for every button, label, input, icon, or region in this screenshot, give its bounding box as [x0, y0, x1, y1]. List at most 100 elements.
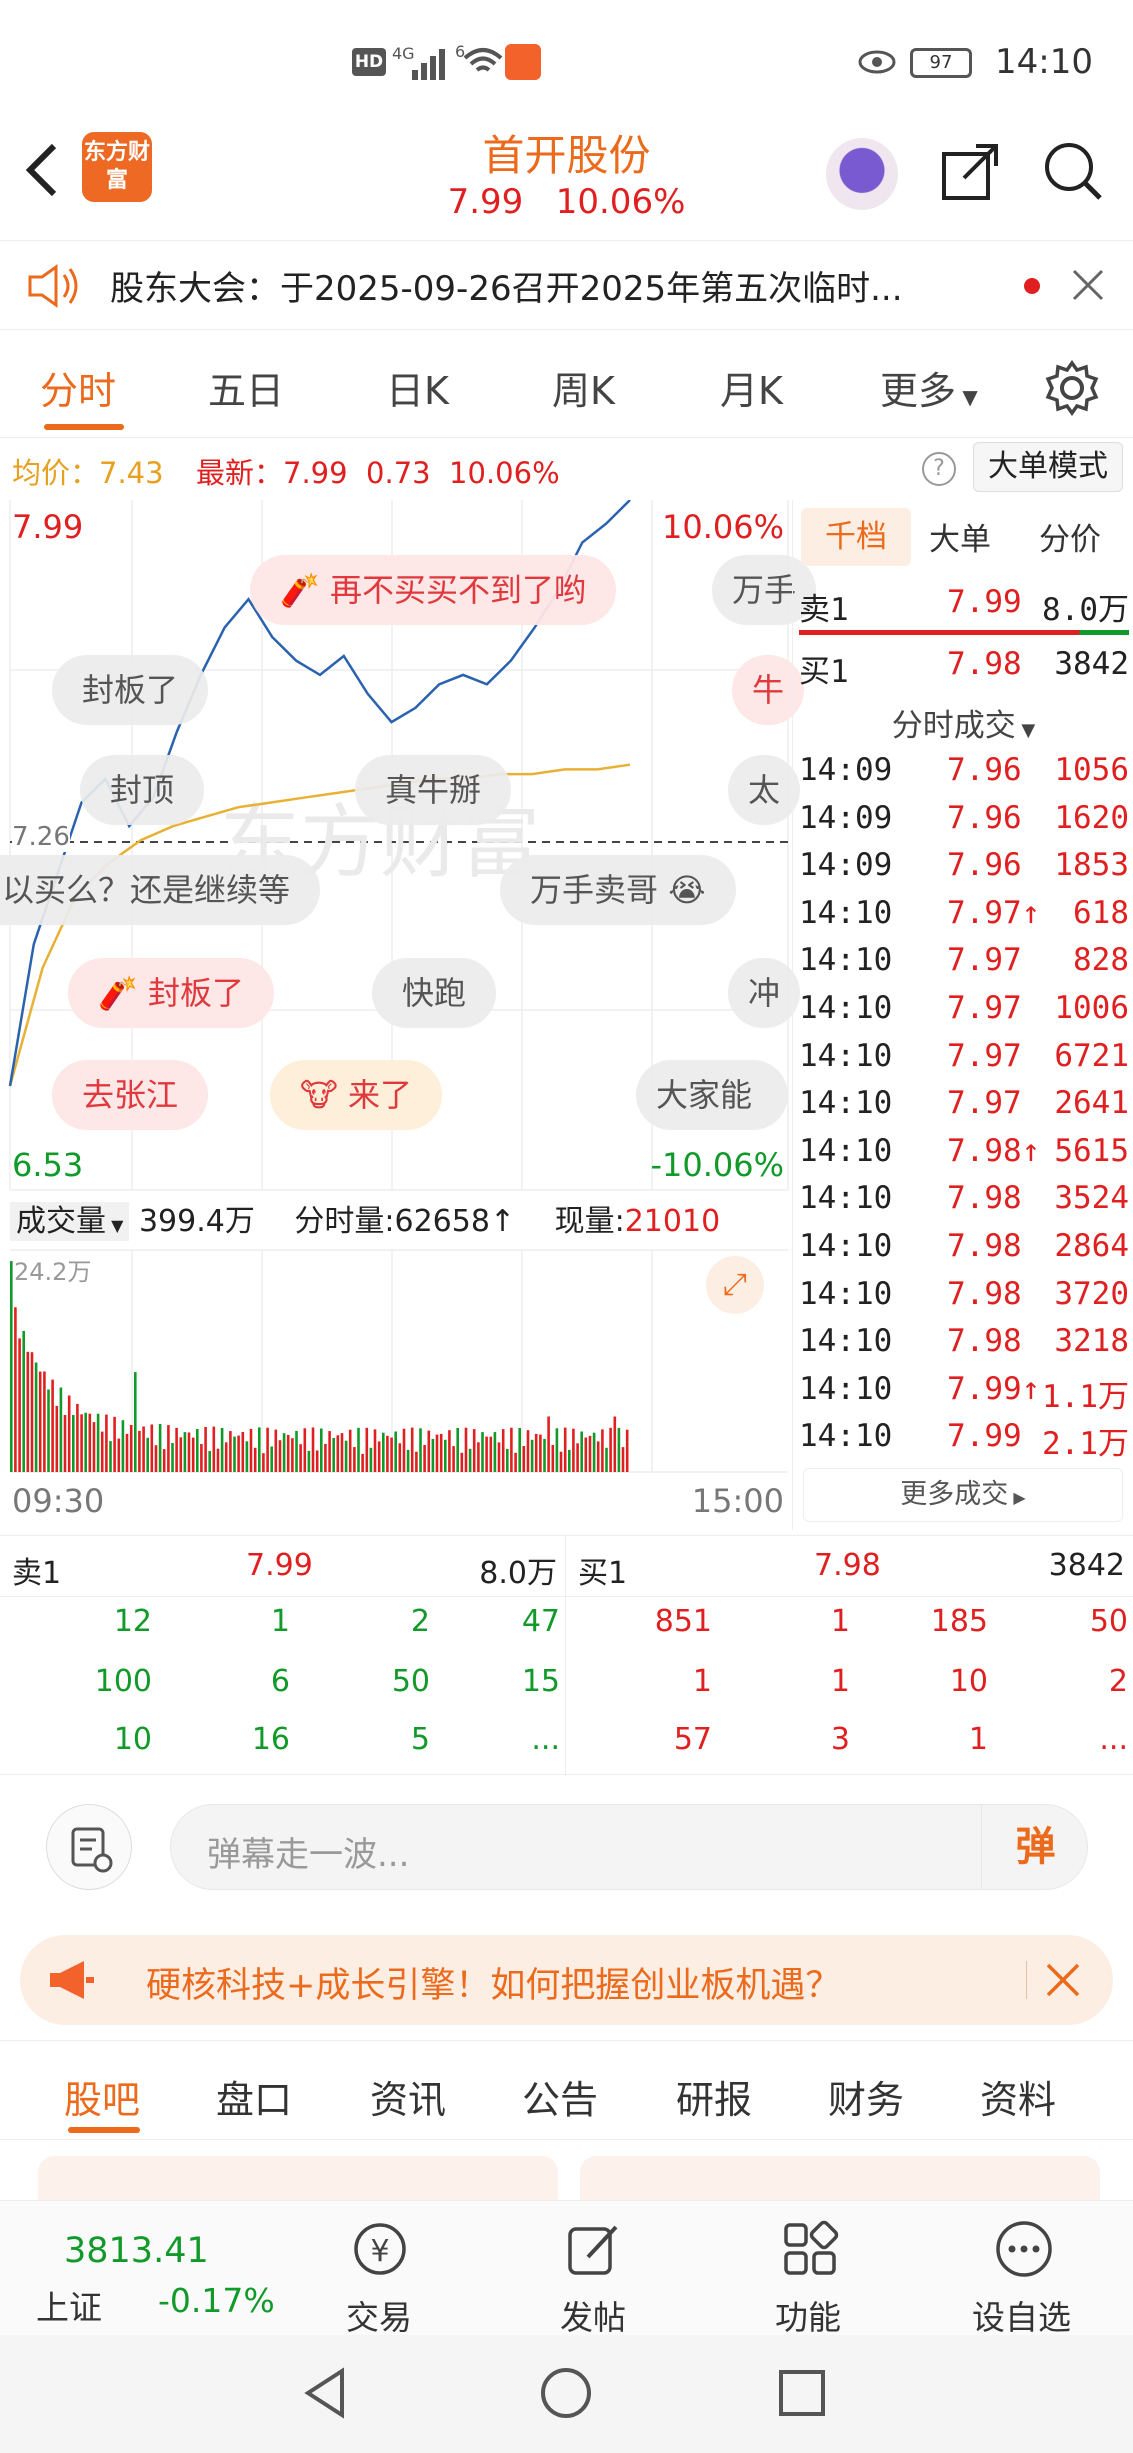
- danmu-bubble[interactable]: 大家能: [636, 1060, 788, 1130]
- trade-volume: 1006: [1054, 990, 1129, 1026]
- expand-icon[interactable]: ⤢: [706, 1256, 764, 1314]
- danmu-bubble[interactable]: 万手卖哥 😭: [500, 855, 736, 925]
- volume-bar: [369, 1447, 373, 1472]
- hot-card[interactable]: [580, 2156, 1100, 2200]
- tab-five-day[interactable]: 五日: [208, 360, 284, 415]
- danmu-bubble[interactable]: 真牛掰: [355, 755, 512, 825]
- tab-qiandang[interactable]: 千档: [801, 508, 911, 566]
- signal-icon: [412, 49, 445, 80]
- close-promo-icon[interactable]: [1044, 1961, 1082, 1999]
- promo-banner[interactable]: 硬核科技+成长引擎！如何把握创业板机遇？: [20, 1935, 1113, 2025]
- buy-queue-price: 7.98: [814, 1548, 881, 1583]
- tab-announcement[interactable]: 公告: [522, 2069, 598, 2124]
- avg-value: 7.43: [99, 456, 164, 490]
- buy1-label: 买1: [799, 654, 849, 690]
- trade-price: 7.99: [947, 1418, 1022, 1455]
- tab-news[interactable]: 资讯: [370, 2069, 446, 2124]
- trade-row: 14:10 7.98 3218: [799, 1323, 1129, 1371]
- danmu-bubble[interactable]: 快跑: [372, 958, 497, 1028]
- function-grid-icon[interactable]: [778, 2217, 842, 2281]
- danmu-settings-icon[interactable]: [46, 1804, 132, 1890]
- tab-minute[interactable]: 分时: [40, 360, 116, 415]
- tab-pankou[interactable]: 盘口: [216, 2069, 292, 2124]
- volume-bar: [167, 1425, 170, 1472]
- tab-more[interactable]: 更多 ▼: [880, 360, 978, 415]
- back-triangle-icon[interactable]: [300, 2365, 350, 2421]
- large-order-mode-button[interactable]: 大单模式: [973, 442, 1123, 492]
- assistant-avatar-icon[interactable]: [826, 138, 898, 210]
- close-notice-icon[interactable]: [1070, 267, 1106, 303]
- more-dots-icon[interactable]: [992, 2217, 1056, 2281]
- volume-bar: [493, 1432, 497, 1472]
- danmu-bubble[interactable]: 🐮 来了: [270, 1060, 443, 1130]
- volume-bar: [390, 1437, 393, 1472]
- volume-bar: [468, 1448, 472, 1472]
- home-circle-icon[interactable]: [538, 2365, 594, 2421]
- tab-weekly-k[interactable]: 周K: [552, 360, 615, 415]
- tab-guba[interactable]: 股吧: [64, 2069, 140, 2124]
- volume-bar: [510, 1427, 513, 1472]
- post-edit-icon[interactable]: [562, 2217, 626, 2281]
- tab-large-order[interactable]: 大单: [929, 514, 991, 559]
- nav-add-watchlist[interactable]: 设自选: [972, 2291, 1071, 2339]
- hot-card[interactable]: [38, 2156, 558, 2200]
- volume-bar: [303, 1428, 307, 1472]
- volume-bar: [601, 1429, 604, 1472]
- tab-research[interactable]: 研报: [676, 2069, 752, 2124]
- tab-monthly-k[interactable]: 月K: [720, 360, 783, 415]
- volume-bar: [406, 1449, 410, 1472]
- recent-apps-icon[interactable]: [776, 2367, 828, 2419]
- tab-daily-k[interactable]: 日K: [386, 360, 449, 415]
- trade-time: 14:09: [799, 847, 893, 884]
- intraday-chart[interactable]: 东方财富 7.99 10.06% 7.26 6.53 -10.06% 🧨 再不买…: [0, 500, 817, 1530]
- volume-selector[interactable]: 成交量 ▼: [10, 1202, 130, 1241]
- more-trades-button[interactable]: 更多成交 ▶: [803, 1468, 1123, 1522]
- order-book-panel: 千档 大单 分价 卖1 7.99 8.0万 买1 7.98 3842 分时成交 ▼ 14…: [792, 500, 1133, 1530]
- volume-bar: [568, 1449, 571, 1472]
- trade-volume: 1853: [1054, 847, 1129, 884]
- app-notification-icon: [505, 44, 541, 80]
- danmu-bubble[interactable]: 冲: [728, 958, 801, 1028]
- trade-time: 14:10: [799, 894, 893, 931]
- volume-bar: [489, 1436, 493, 1472]
- send-danmu-button[interactable]: 弹: [981, 1805, 1089, 1889]
- minute-volume-value: 62658: [394, 1204, 490, 1239]
- tab-profile[interactable]: 资料: [980, 2069, 1056, 2124]
- nav-post[interactable]: 发帖: [560, 2291, 626, 2339]
- nav-function[interactable]: 功能: [775, 2291, 841, 2339]
- share-icon[interactable]: [940, 140, 1002, 202]
- trade-row: 14:10 7.98↑ 5615: [799, 1133, 1129, 1181]
- danmu-bubble[interactable]: 去张江: [52, 1060, 209, 1130]
- index-widget[interactable]: 3813.41 上证 -0.17%: [30, 2221, 290, 2331]
- tab-finance[interactable]: 财务: [828, 2069, 904, 2124]
- sell-queue-label: 卖1: [12, 1556, 62, 1591]
- help-icon[interactable]: ?: [922, 452, 956, 486]
- danmu-bubble[interactable]: 🧨 再不买买不到了哟: [250, 555, 617, 625]
- volume-bar: [146, 1437, 149, 1472]
- trade-price: 7.98: [947, 1323, 1022, 1360]
- danmu-bubble[interactable]: 太: [728, 755, 801, 825]
- trades-title[interactable]: 分时成交 ▼: [793, 700, 1133, 745]
- trade-row: 14:10 7.98 3720: [799, 1276, 1129, 1324]
- buy-queue-cell: 50: [1089, 1604, 1128, 1639]
- volume-bar: [501, 1429, 505, 1472]
- danmu-bubble[interactable]: 以买么？还是继续等: [0, 855, 321, 925]
- volume-bar: [51, 1379, 54, 1472]
- volume-bar: [547, 1416, 550, 1472]
- volume-bar: [274, 1429, 278, 1472]
- nav-trade[interactable]: 交易: [346, 2291, 412, 2339]
- volume-bar: [328, 1431, 331, 1472]
- trade-yuan-icon[interactable]: ¥: [346, 2217, 414, 2281]
- volume-bar: [241, 1432, 245, 1472]
- chevron-down-icon: ▼: [1015, 720, 1036, 741]
- danmu-bubble[interactable]: 封顶: [80, 755, 205, 825]
- danmu-bubble[interactable]: 封板了: [52, 655, 209, 725]
- notice-bar[interactable]: 股东大会：于2025-09-26召开2025年第五次临时...: [0, 240, 1133, 330]
- danmu-bubble[interactable]: 🧨 封板了: [68, 958, 275, 1028]
- volume-bar: [92, 1422, 96, 1472]
- danmu-input[interactable]: 弹幕走一波... 弹: [170, 1804, 1088, 1890]
- search-icon[interactable]: [1042, 140, 1104, 202]
- settings-gear-icon[interactable]: [1044, 360, 1100, 416]
- tab-price-dist[interactable]: 分价: [1039, 514, 1101, 559]
- volume-bar: [580, 1431, 583, 1472]
